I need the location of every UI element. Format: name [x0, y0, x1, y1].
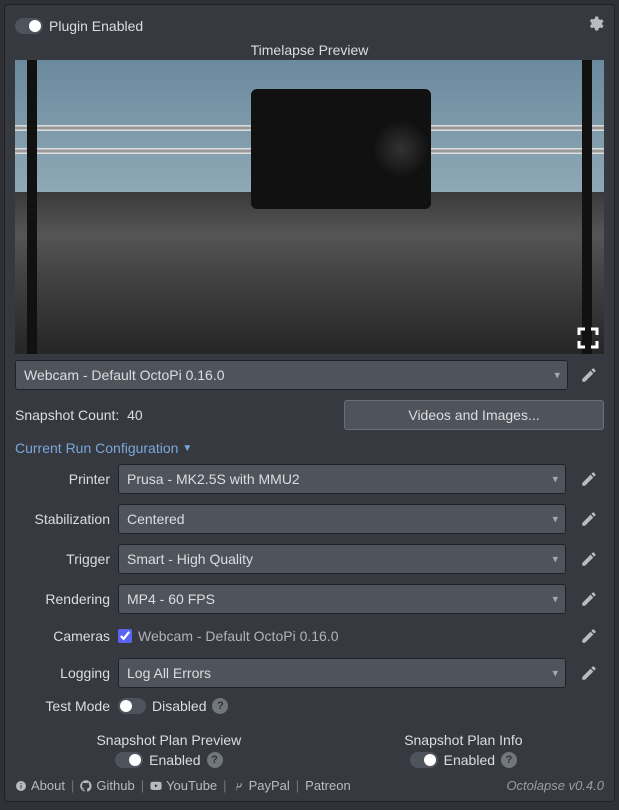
edit-trigger-button[interactable] [574, 550, 604, 568]
cameras-label: Cameras [15, 628, 110, 644]
plan-preview-value: Enabled [149, 752, 200, 768]
camera-select[interactable]: Webcam - Default OctoPi 0.16.0 [15, 360, 568, 390]
panel-footer: About | Github | YouTube | PayPal | Patr… [15, 768, 604, 793]
help-icon[interactable]: ? [207, 752, 223, 768]
edit-logging-button[interactable] [574, 664, 604, 682]
github-icon [80, 780, 92, 792]
trigger-label: Trigger [15, 551, 110, 567]
edit-cameras-button[interactable] [574, 627, 604, 645]
info-icon [15, 780, 27, 792]
snapshot-count: Snapshot Count: 40 [15, 407, 143, 423]
plan-info-toggle[interactable] [410, 752, 438, 768]
snapshot-count-value: 40 [127, 407, 143, 423]
plan-preview-title: Snapshot Plan Preview [96, 732, 241, 748]
caret-down-icon: ▼ [182, 443, 192, 454]
config-link-label: Current Run Configuration [15, 440, 178, 456]
help-icon[interactable]: ? [212, 698, 228, 714]
about-link[interactable]: About [15, 778, 65, 793]
paypal-icon [233, 780, 245, 792]
stabilization-select[interactable]: Centered [118, 504, 566, 534]
edit-rendering-button[interactable] [574, 590, 604, 608]
edit-stabilization-button[interactable] [574, 510, 604, 528]
rendering-label: Rendering [15, 591, 110, 607]
help-icon[interactable]: ? [501, 752, 517, 768]
panel-header: Plugin Enabled [15, 13, 604, 42]
gear-icon[interactable] [586, 15, 604, 36]
printer-label: Printer [15, 471, 110, 487]
camera-select-row: Webcam - Default OctoPi 0.16.0 [15, 360, 604, 390]
octolapse-panel: Plugin Enabled Timelapse Preview Webcam … [4, 4, 615, 802]
rendering-select[interactable]: MP4 - 60 FPS [118, 584, 566, 614]
edit-camera-button[interactable] [574, 360, 604, 390]
snapshot-plan-row: Snapshot Plan Preview Enabled ? Snapshot… [15, 732, 604, 768]
patreon-link[interactable]: Patreon [305, 778, 351, 793]
camera-select-wrap: Webcam - Default OctoPi 0.16.0 [15, 360, 568, 390]
logging-label: Logging [15, 665, 110, 681]
current-run-config-toggle[interactable]: Current Run Configuration ▼ [15, 440, 604, 456]
snapshot-row: Snapshot Count: 40 Videos and Images... [15, 400, 604, 430]
plan-preview-toggle[interactable] [115, 752, 143, 768]
plugin-enable-toggle[interactable]: Plugin Enabled [15, 18, 143, 34]
logging-row: Logging Log All Errors [15, 658, 604, 688]
paypal-link[interactable]: PayPal [233, 778, 290, 793]
printer-row: Printer Prusa - MK2.5S with MMU2 [15, 464, 604, 494]
toggle-on-icon [15, 18, 43, 34]
github-link[interactable]: Github [80, 778, 134, 793]
timelapse-preview [15, 60, 604, 354]
videos-images-button[interactable]: Videos and Images... [344, 400, 604, 430]
edit-printer-button[interactable] [574, 470, 604, 488]
rendering-row: Rendering MP4 - 60 FPS [15, 584, 604, 614]
snapshot-plan-info: Snapshot Plan Info Enabled ? [404, 732, 522, 768]
camera-checkbox[interactable] [118, 629, 132, 643]
webcam-image [15, 60, 604, 354]
camera-checkbox-label: Webcam - Default OctoPi 0.16.0 [138, 628, 339, 644]
version-label: Octolapse v0.4.0 [506, 778, 604, 793]
snapshot-plan-preview: Snapshot Plan Preview Enabled ? [96, 732, 241, 768]
cameras-row: Cameras Webcam - Default OctoPi 0.16.0 [15, 624, 604, 648]
plugin-enabled-label: Plugin Enabled [49, 18, 143, 34]
testmode-value: Disabled [152, 698, 206, 714]
plan-info-title: Snapshot Plan Info [404, 732, 522, 748]
config-form: Printer Prusa - MK2.5S with MMU2 Stabili… [15, 464, 604, 724]
preview-title: Timelapse Preview [15, 42, 604, 58]
testmode-label: Test Mode [15, 698, 110, 714]
trigger-select[interactable]: Smart - High Quality [118, 544, 566, 574]
testmode-toggle[interactable] [118, 698, 146, 714]
stabilization-label: Stabilization [15, 511, 110, 527]
youtube-link[interactable]: YouTube [150, 778, 217, 793]
plan-info-value: Enabled [444, 752, 495, 768]
snapshot-count-label: Snapshot Count: [15, 407, 119, 423]
logging-select[interactable]: Log All Errors [118, 658, 566, 688]
printer-select[interactable]: Prusa - MK2.5S with MMU2 [118, 464, 566, 494]
fullscreen-icon[interactable] [576, 326, 600, 350]
stabilization-row: Stabilization Centered [15, 504, 604, 534]
footer-links: About | Github | YouTube | PayPal | Patr… [15, 778, 351, 793]
testmode-row: Test Mode Disabled ? [15, 698, 604, 714]
youtube-icon [150, 780, 162, 792]
trigger-row: Trigger Smart - High Quality [15, 544, 604, 574]
